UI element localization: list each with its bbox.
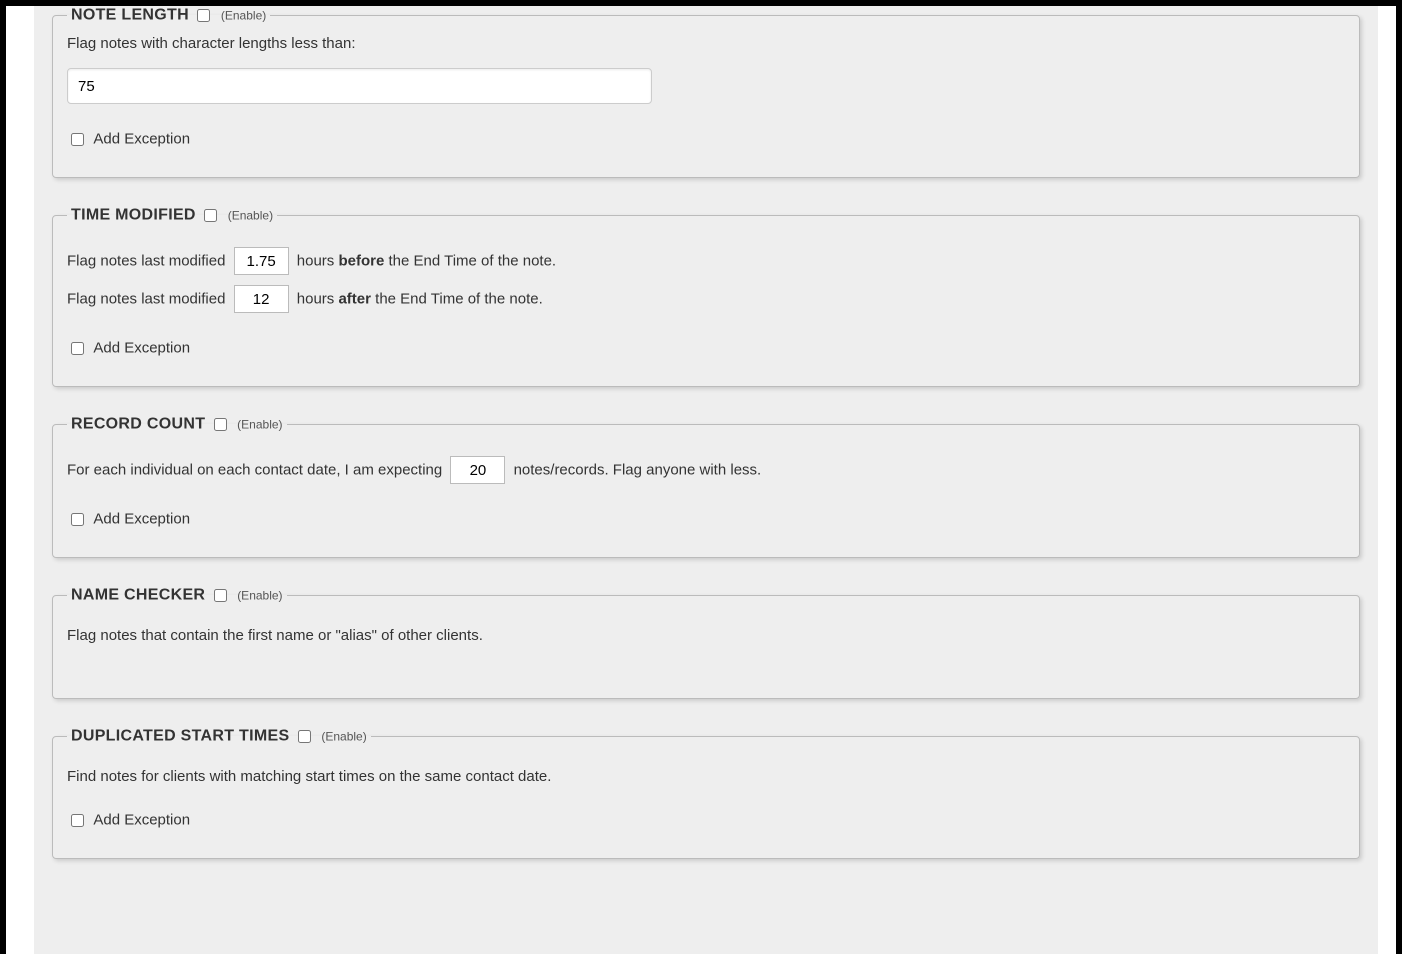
- dup-start-enable-checkbox[interactable]: [298, 730, 311, 743]
- note-length-add-exception: Add Exception: [67, 130, 1345, 149]
- name-checker-desc: Flag notes that contain the first name o…: [67, 627, 1345, 644]
- note-length-input[interactable]: [67, 68, 652, 104]
- note-length-title: NOTE LENGTH: [71, 7, 189, 24]
- name-checker-section: NAME CHECKER (Enable) Flag notes that co…: [52, 586, 1360, 699]
- tm-after-suffix: the End Time of the note.: [375, 291, 543, 308]
- dup-start-section: DUPLICATED START TIMES (Enable) Find not…: [52, 727, 1360, 859]
- tm-before-suffix: the End Time of the note.: [388, 253, 556, 270]
- tm-before-prefix: Flag notes last modified: [67, 253, 225, 270]
- note-length-enable-label: (Enable): [221, 9, 266, 23]
- note-length-exception-label: Add Exception: [93, 130, 190, 147]
- rc-suffix: notes/records. Flag anyone with less.: [514, 462, 762, 479]
- time-modified-title: TIME MODIFIED: [71, 207, 196, 224]
- record-count-title: RECORD COUNT: [71, 416, 205, 433]
- dup-start-exception-label: Add Exception: [93, 811, 190, 828]
- name-checker-title: NAME CHECKER: [71, 587, 205, 604]
- name-checker-enable-checkbox[interactable]: [214, 589, 227, 602]
- dup-start-title: DUPLICATED START TIMES: [71, 728, 289, 745]
- time-modified-exception-label: Add Exception: [93, 339, 190, 356]
- note-length-legend: NOTE LENGTH (Enable): [67, 6, 270, 25]
- record-count-row: For each individual on each contact date…: [67, 456, 1345, 484]
- record-count-exception-checkbox[interactable]: [71, 513, 84, 526]
- tm-after-mid: hours: [297, 291, 335, 308]
- time-modified-before-row: Flag notes last modified hours before th…: [67, 247, 1345, 275]
- name-checker-enable-label: (Enable): [237, 589, 282, 603]
- dup-start-enable-label: (Enable): [321, 730, 366, 744]
- dup-start-legend: DUPLICATED START TIMES (Enable): [67, 727, 371, 746]
- tm-before-input[interactable]: [234, 247, 289, 275]
- dup-start-exception-checkbox[interactable]: [71, 814, 84, 827]
- time-modified-section: TIME MODIFIED (Enable) Flag notes last m…: [52, 206, 1360, 387]
- record-count-legend: RECORD COUNT (Enable): [67, 415, 287, 434]
- rc-prefix: For each individual on each contact date…: [67, 462, 442, 479]
- record-count-add-exception: Add Exception: [67, 510, 1345, 529]
- tm-before-mid: hours: [297, 253, 335, 270]
- record-count-enable-label: (Enable): [237, 418, 282, 432]
- note-length-desc: Flag notes with character lengths less t…: [67, 35, 1345, 52]
- note-length-enable-checkbox[interactable]: [197, 9, 210, 22]
- dup-start-desc: Find notes for clients with matching sta…: [67, 768, 1345, 785]
- name-checker-legend: NAME CHECKER (Enable): [67, 586, 287, 605]
- record-count-exception-label: Add Exception: [93, 510, 190, 527]
- note-length-section: NOTE LENGTH (Enable) Flag notes with cha…: [52, 6, 1360, 178]
- tm-before-bold: before: [338, 253, 384, 270]
- note-length-exception-checkbox[interactable]: [71, 133, 84, 146]
- time-modified-enable-checkbox[interactable]: [204, 209, 217, 222]
- time-modified-add-exception: Add Exception: [67, 339, 1345, 358]
- tm-after-prefix: Flag notes last modified: [67, 291, 225, 308]
- record-count-section: RECORD COUNT (Enable) For each individua…: [52, 415, 1360, 558]
- tm-after-input[interactable]: [234, 285, 289, 313]
- rc-input[interactable]: [450, 456, 505, 484]
- record-count-enable-checkbox[interactable]: [214, 418, 227, 431]
- settings-panel: NOTE LENGTH (Enable) Flag notes with cha…: [34, 6, 1378, 954]
- time-modified-legend: TIME MODIFIED (Enable): [67, 206, 277, 225]
- tm-after-bold: after: [338, 291, 371, 308]
- page-container: NOTE LENGTH (Enable) Flag notes with cha…: [6, 6, 1396, 954]
- time-modified-exception-checkbox[interactable]: [71, 342, 84, 355]
- time-modified-after-row: Flag notes last modified hours after the…: [67, 285, 1345, 313]
- dup-start-add-exception: Add Exception: [67, 811, 1345, 830]
- time-modified-enable-label: (Enable): [228, 209, 273, 223]
